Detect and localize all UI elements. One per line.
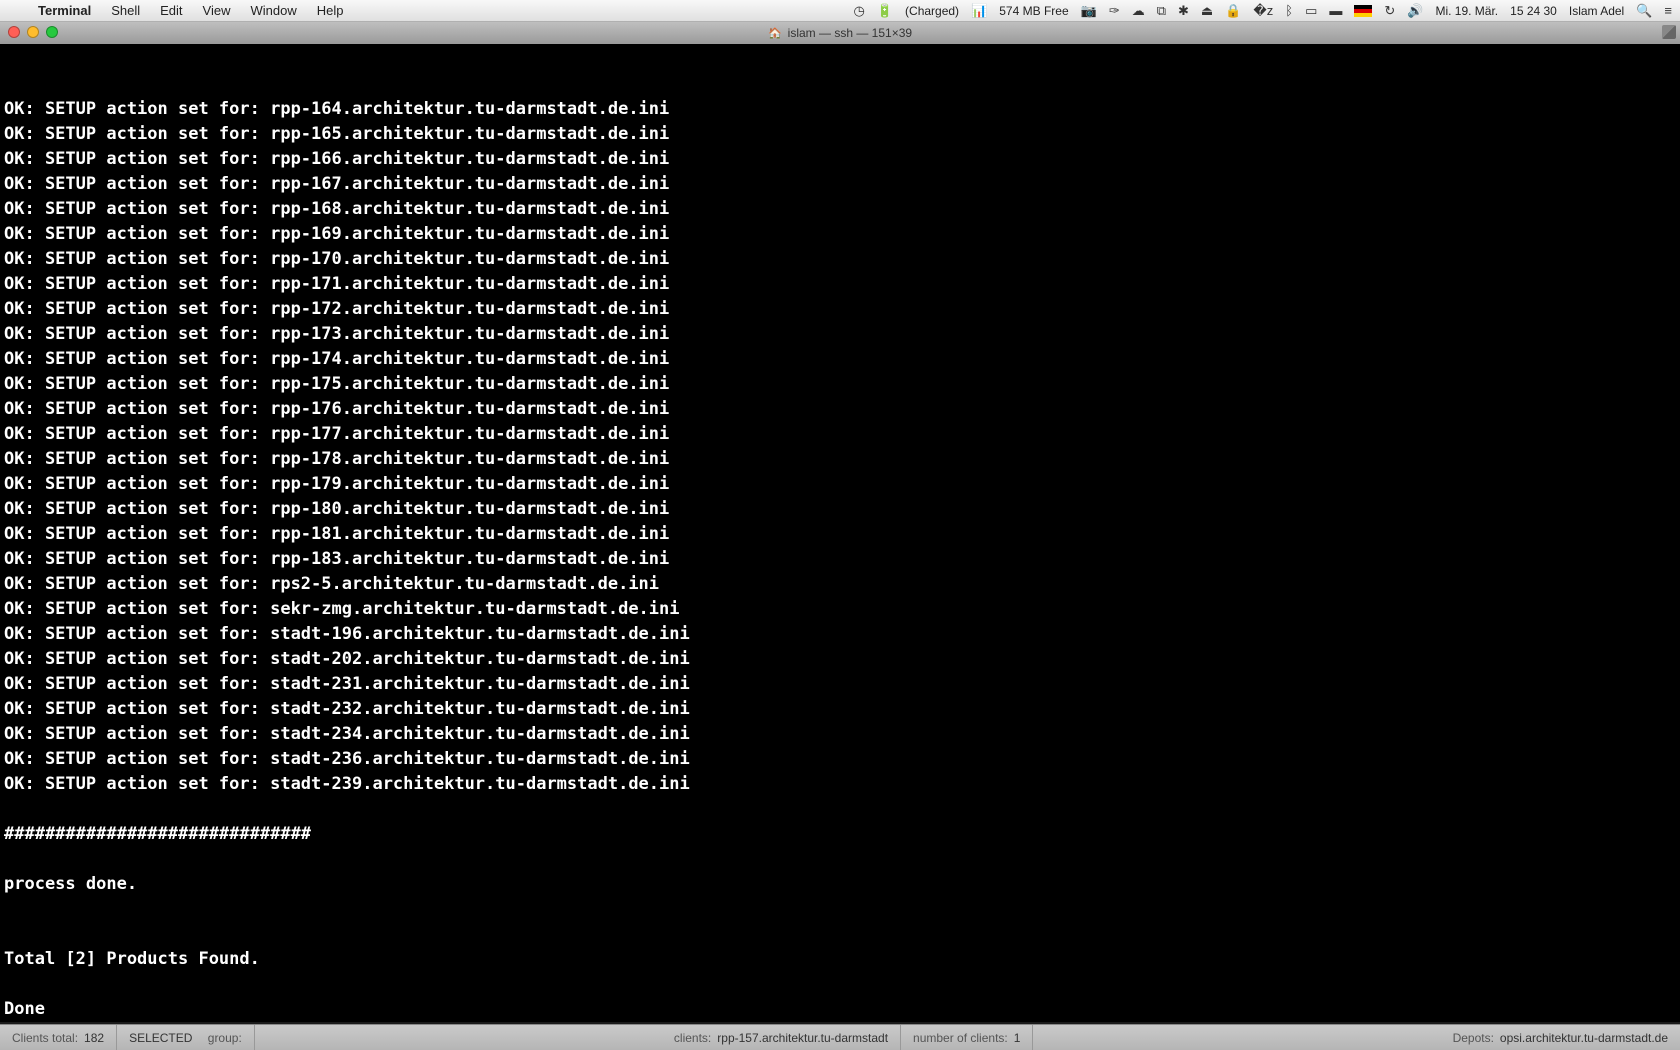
window-title-text: islam — ssh — 151×39 (788, 26, 912, 40)
dropbox-icon[interactable]: ⧉ (1157, 3, 1166, 19)
terminal-line: OK: SETUP action set for: rpp-179.archit… (4, 472, 1676, 497)
opsi-status-bar: Clients total: 182 SELECTED group: clien… (0, 1024, 1680, 1050)
lock-icon[interactable]: 🔒 (1225, 3, 1241, 19)
app-menu[interactable]: Terminal (28, 0, 101, 21)
terminal-line: OK: SETUP action set for: rpp-183.archit… (4, 547, 1676, 572)
macos-menubar: Terminal Shell Edit View Window Help ◷ 🔋… (0, 0, 1680, 22)
display-icon[interactable]: ▭ (1305, 3, 1317, 19)
menubar-date[interactable]: Mi. 19. Mär. (1435, 4, 1498, 18)
fullscreen-button[interactable] (1662, 25, 1676, 39)
terminal-line: OK: SETUP action set for: rpp-174.archit… (4, 347, 1676, 372)
terminal-line: OK: SETUP action set for: rpp-173.archit… (4, 322, 1676, 347)
terminal-line: OK: SETUP action set for: rps2-5.archite… (4, 572, 1676, 597)
terminal-line (4, 797, 1676, 822)
terminal-line: OK: SETUP action set for: sekr-zmg.archi… (4, 597, 1676, 622)
terminal-line (4, 847, 1676, 872)
menubar-time[interactable]: 15 24 30 (1510, 4, 1557, 18)
terminal-line: OK: SETUP action set for: rpp-171.archit… (4, 272, 1676, 297)
selected-label: SELECTED (129, 1031, 192, 1045)
menubar-left: Terminal Shell Edit View Window Help (0, 0, 354, 21)
clients-total-label: Clients total: (12, 1031, 78, 1045)
eject-icon[interactable]: ⏏ (1201, 3, 1213, 19)
terminal-line: Total [2] Products Found. (4, 947, 1676, 972)
menu-view[interactable]: View (193, 0, 241, 21)
terminal-line: OK: SETUP action set for: stadt-202.arch… (4, 647, 1676, 672)
terminal-line: OK: SETUP action set for: stadt-232.arch… (4, 697, 1676, 722)
terminal-line: OK: SETUP action set for: rpp-172.archit… (4, 297, 1676, 322)
terminal-line: OK: SETUP action set for: rpp-168.archit… (4, 197, 1676, 222)
menu-edit[interactable]: Edit (150, 0, 192, 21)
window-title: 🏠 islam — ssh — 151×39 (768, 26, 912, 40)
terminal-line: OK: SETUP action set for: rpp-181.archit… (4, 522, 1676, 547)
terminal-line: Done (4, 997, 1676, 1022)
terminal-line: OK: SETUP action set for: stadt-231.arch… (4, 672, 1676, 697)
terminal-line: OK: SETUP action set for: rpp-167.archit… (4, 172, 1676, 197)
terminal-line: OK: SETUP action set for: rpp-164.archit… (4, 97, 1676, 122)
battery2-icon[interactable]: ▬ (1329, 3, 1342, 18)
clients-label: clients: (674, 1031, 711, 1045)
terminal-window-titlebar[interactable]: 🏠 islam — ssh — 151×39 (0, 22, 1680, 44)
sync-icon[interactable]: ◷ (854, 3, 865, 19)
terminal-line: OK: SETUP action set for: stadt-239.arch… (4, 772, 1676, 797)
clients-value: rpp-157.architektur.tu-darmstadt (717, 1031, 888, 1045)
clients-total-value: 182 (84, 1031, 104, 1045)
menu-shell[interactable]: Shell (101, 0, 150, 21)
battery-status: (Charged) (905, 4, 959, 18)
wifi-icon[interactable]: �z (1253, 3, 1273, 19)
terminal-line: OK: SETUP action set for: stadt-196.arch… (4, 622, 1676, 647)
mem-free: 574 MB Free (999, 4, 1068, 18)
notification-center-icon[interactable]: ≡ (1664, 3, 1672, 18)
terminal-line: OK: SETUP action set for: rpp-180.archit… (4, 497, 1676, 522)
terminal-line: OK: SETUP action set for: rpp-169.archit… (4, 222, 1676, 247)
menubar-user[interactable]: Islam Adel (1569, 4, 1624, 18)
terminal-line (4, 922, 1676, 947)
menu-window[interactable]: Window (241, 0, 307, 21)
volume-icon[interactable]: 🔊 (1407, 3, 1423, 19)
num-clients-label: number of clients: (913, 1031, 1008, 1045)
chart-icon[interactable]: 📊 (971, 3, 987, 19)
terminal-viewport[interactable]: OK: SETUP action set for: rpp-164.archit… (0, 44, 1680, 1022)
traffic-lights (8, 26, 58, 38)
spotlight-icon[interactable]: 🔍 (1636, 3, 1652, 19)
minimize-button[interactable] (27, 26, 39, 38)
terminal-line: process done. (4, 872, 1676, 897)
terminal-line: OK: SETUP action set for: stadt-236.arch… (4, 747, 1676, 772)
cloud-icon[interactable]: ☁ (1132, 3, 1145, 19)
input-source-de[interactable] (1354, 5, 1372, 17)
terminal-line: OK: SETUP action set for: rpp-165.archit… (4, 122, 1676, 147)
evernote-icon[interactable]: ✱ (1178, 3, 1189, 19)
terminal-line: ############################## (4, 822, 1676, 847)
terminal-line (4, 972, 1676, 997)
close-button[interactable] (8, 26, 20, 38)
terminal-line (4, 897, 1676, 922)
terminal-line: OK: SETUP action set for: rpp-175.archit… (4, 372, 1676, 397)
menubar-right: ◷ 🔋 (Charged) 📊 574 MB Free 📷 ✑ ☁ ⧉ ✱ ⏏ … (854, 0, 1680, 21)
menu-help[interactable]: Help (307, 0, 354, 21)
timemachine-icon[interactable]: ↻ (1384, 3, 1395, 19)
terminal-line: OK: SETUP action set for: rpp-166.archit… (4, 147, 1676, 172)
terminal-line: OK: SETUP action set for: rpp-178.archit… (4, 447, 1676, 472)
terminal-line: OK: SETUP action set for: rpp-177.archit… (4, 422, 1676, 447)
bluetooth-icon[interactable]: ᛒ (1285, 3, 1293, 18)
depots-value: opsi.architektur.tu-darmstadt.de (1500, 1031, 1668, 1045)
terminal-line: OK: SETUP action set for: stadt-234.arch… (4, 722, 1676, 747)
num-clients-value: 1 (1014, 1031, 1021, 1045)
home-icon: 🏠 (768, 27, 782, 40)
key-icon[interactable]: ✑ (1109, 3, 1120, 19)
depots-label: Depots: (1453, 1031, 1494, 1045)
battery-icon[interactable]: 🔋 (877, 3, 893, 19)
terminal-line: OK: SETUP action set for: rpp-176.archit… (4, 397, 1676, 422)
camera-icon[interactable]: 📷 (1081, 3, 1097, 19)
group-label: group: (208, 1031, 242, 1045)
terminal-line: OK: SETUP action set for: rpp-170.archit… (4, 247, 1676, 272)
zoom-button[interactable] (46, 26, 58, 38)
